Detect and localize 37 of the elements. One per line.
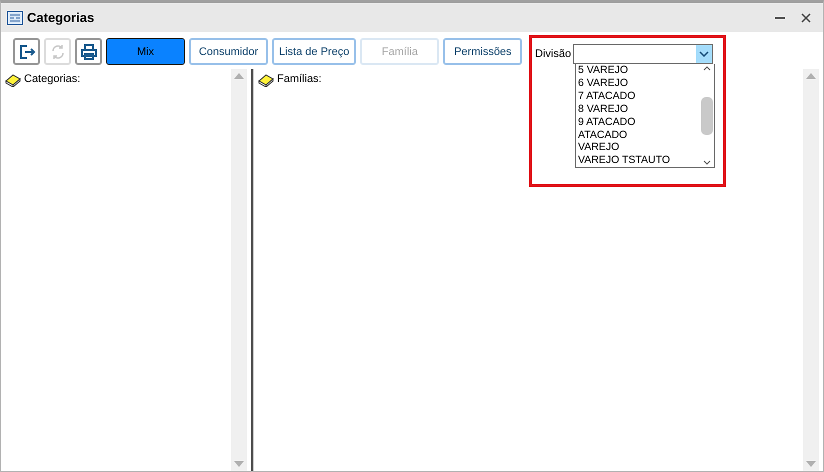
close-icon (801, 12, 811, 22)
scroll-down-icon[interactable] (234, 461, 244, 467)
tab-button[interactable]: Permissões (443, 38, 522, 65)
tab-button[interactable]: Lista de Preço (272, 38, 356, 65)
chevron-down-icon[interactable] (703, 160, 711, 165)
toolbar-button[interactable] (13, 38, 40, 65)
tab-button[interactable]: Consumidor (189, 38, 268, 65)
scroll-up-icon[interactable] (234, 73, 244, 79)
scrollbar[interactable] (803, 69, 819, 471)
scrollbar[interactable] (231, 69, 247, 471)
dropdown-option[interactable]: 7 ATACADO (578, 90, 700, 103)
scroll-up-icon[interactable] (806, 73, 816, 79)
scroll-thumb[interactable] (701, 96, 713, 134)
dropdown-option[interactable]: VAREJO (578, 141, 700, 154)
window-icon (7, 10, 23, 24)
dropdown-option[interactable]: ATACADO (578, 128, 700, 142)
refresh-icon (50, 44, 66, 60)
panel-label: Famílias: (277, 73, 322, 85)
printer-icon (80, 42, 98, 60)
list-scrollbar[interactable] (700, 64, 714, 167)
scroll-down-icon[interactable] (806, 461, 816, 467)
dropdown-option[interactable]: VAREJO TSTAUTO (578, 154, 700, 168)
field-label: Divisão (535, 48, 572, 60)
exit-icon (18, 42, 36, 60)
chevron-up-icon[interactable] (703, 66, 711, 71)
window-title: Categorias (27, 10, 96, 25)
panel-label: Categorias: (24, 73, 80, 85)
book-icon (258, 73, 274, 87)
tab-button[interactable]: Mix (106, 38, 185, 65)
division-dropdown[interactable] (573, 44, 714, 64)
dropdown-option[interactable]: 8 VAREJO (578, 102, 700, 116)
dropdown-option[interactable]: 5 VAREJO (578, 64, 700, 77)
dropdown-option[interactable]: 6 VAREJO (578, 76, 700, 90)
dropdown-option[interactable]: 9 ATACADO (578, 116, 700, 129)
chevron-down-icon (699, 51, 710, 57)
toolbar-button[interactable] (75, 38, 102, 65)
book-icon (5, 73, 21, 87)
